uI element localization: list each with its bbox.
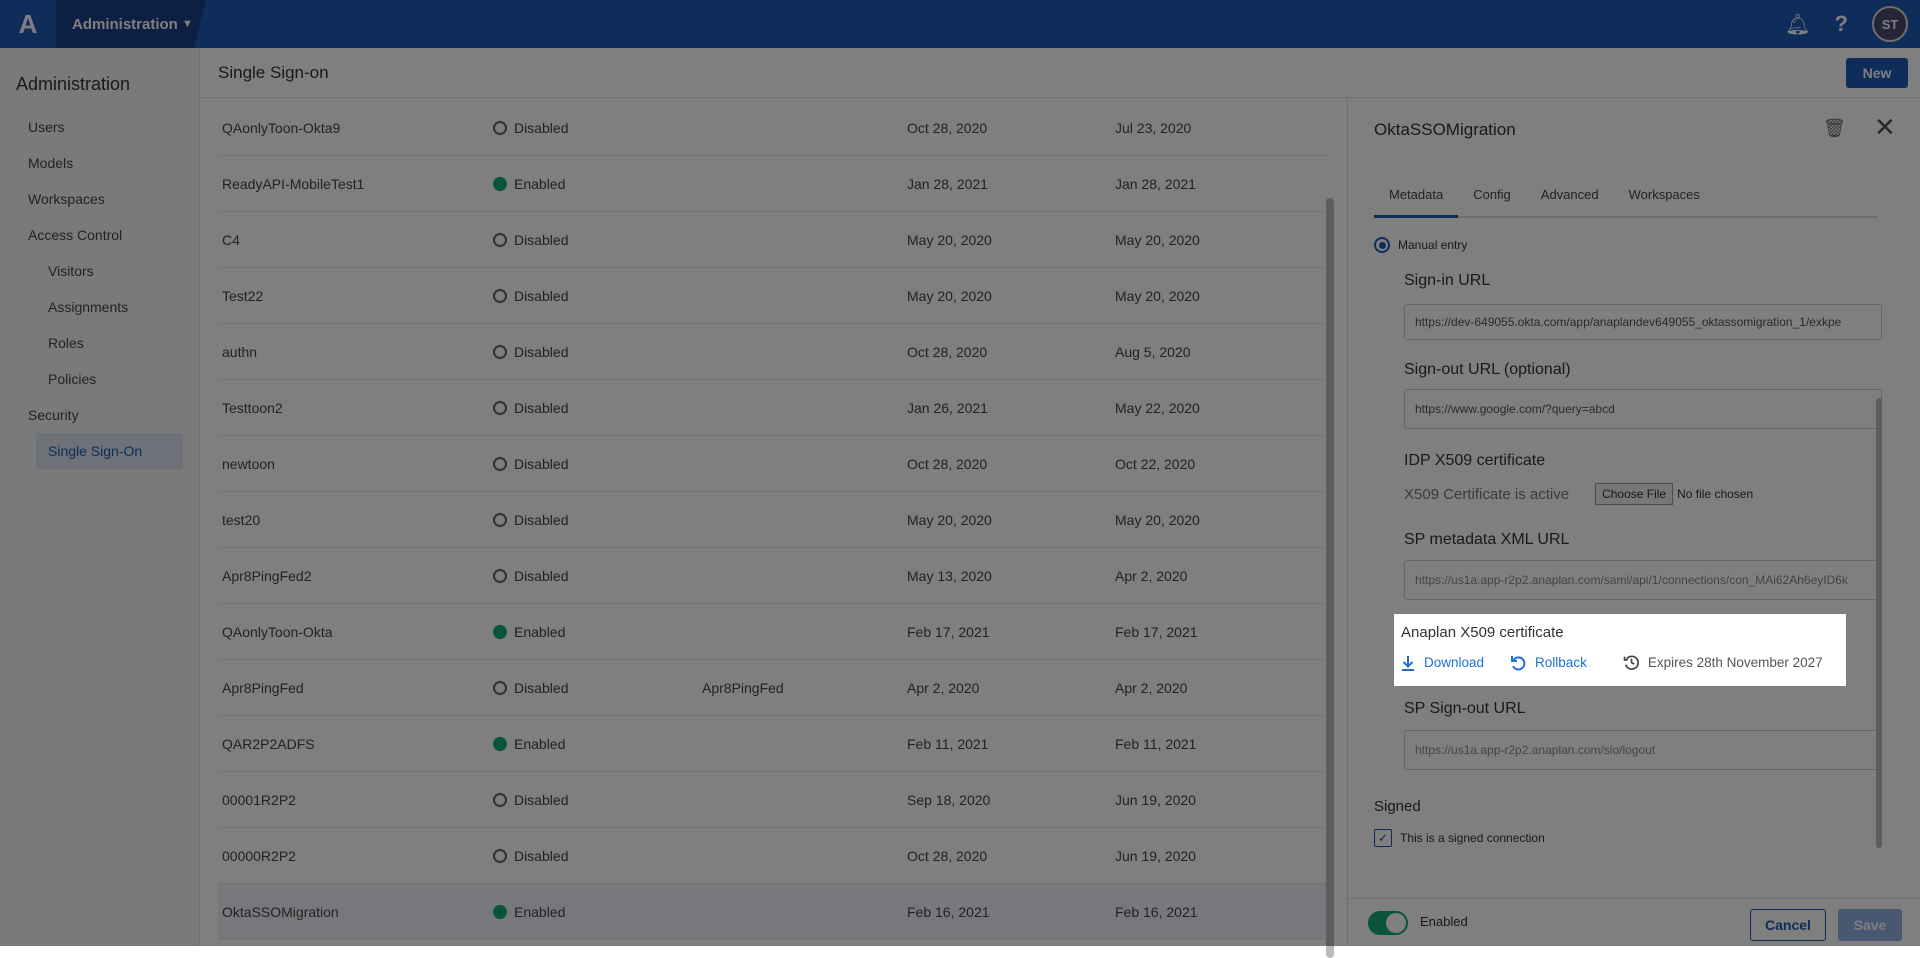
- rollback-link[interactable]: Rollback: [1510, 655, 1587, 671]
- download-link[interactable]: Download: [1401, 655, 1484, 671]
- dim-overlay: [0, 0, 1920, 946]
- history-clock-icon: [1623, 655, 1639, 670]
- download-label: Download: [1424, 655, 1485, 670]
- expiry-text: Expires 28th November 2027: [1647, 655, 1823, 670]
- anaplan-cert-label: Anaplan X509 certificate: [1401, 624, 1564, 641]
- expiry-info: Expires 28th November 2027: [1623, 654, 1823, 671]
- rollback-label: Rollback: [1535, 655, 1587, 670]
- rollback-icon: [1511, 655, 1526, 670]
- anaplan-cert-section: Anaplan X509 certificate Download Rollba…: [1394, 614, 1846, 686]
- download-icon: [1402, 655, 1414, 671]
